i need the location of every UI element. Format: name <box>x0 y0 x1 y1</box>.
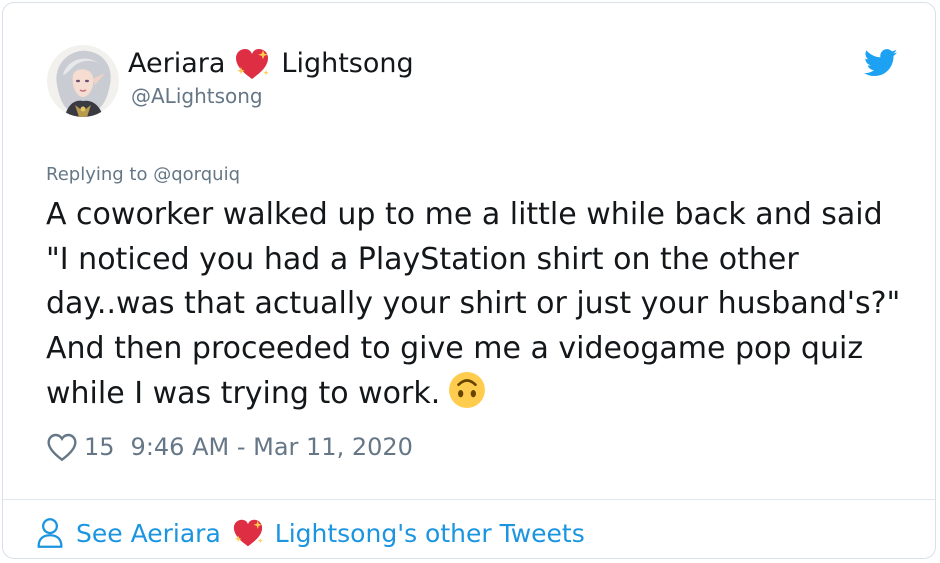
replying-prefix: Replying to <box>46 164 148 185</box>
tweet-timestamp[interactable]: 9:46 AM - Mar 11, 2020 <box>131 433 413 461</box>
replying-to-mention[interactable]: @qorquiq <box>153 164 240 185</box>
tweet-card: Aeriara Lightsong @ALightsong Replying t… <box>2 2 936 559</box>
sparkling-heart-icon <box>231 518 265 548</box>
heart-outline-icon[interactable] <box>46 432 78 462</box>
tweet-meta: 15 9:46 AM - Mar 11, 2020 <box>46 429 413 465</box>
person-outline-icon <box>36 517 64 549</box>
author-display-name[interactable]: Aeriara Lightsong <box>128 46 414 82</box>
author-name-last: Lightsong <box>281 48 414 79</box>
like-count[interactable]: 15 <box>84 433 115 461</box>
twitter-bird-icon[interactable] <box>863 49 898 77</box>
footer-link-suffix: Lightsong's other Tweets <box>274 518 585 548</box>
see-other-tweets-link[interactable]: See Aeriara Lightsong's other Tweets <box>36 513 585 553</box>
author-handle[interactable]: @ALightsong <box>131 83 263 109</box>
avatar-illustration-icon <box>47 45 119 117</box>
replying-to-line: Replying to @qorquiq <box>46 163 240 187</box>
footer-link-prefix: See Aeriara <box>76 518 221 548</box>
footer-divider <box>3 499 935 500</box>
author-name-first: Aeriara <box>128 48 226 79</box>
upside-down-face-icon <box>448 371 486 409</box>
sparkling-heart-icon <box>233 47 271 81</box>
author-avatar[interactable] <box>47 45 119 117</box>
tweet-text: A coworker walked up to me a little whil… <box>46 193 906 417</box>
